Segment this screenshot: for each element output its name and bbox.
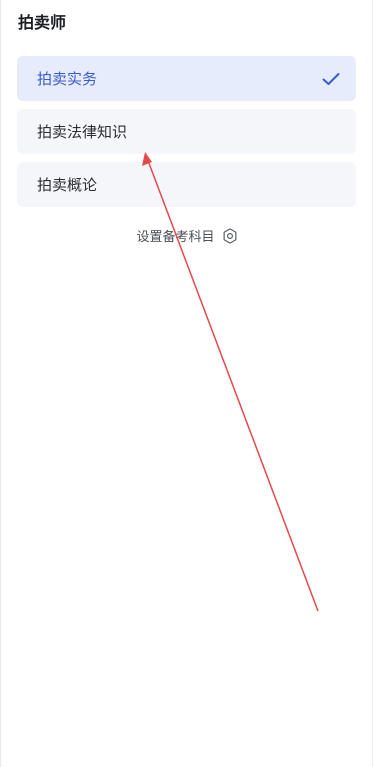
- page-title: 拍卖师: [18, 13, 67, 32]
- left-divider: [0, 0, 1, 767]
- subject-item-label: 拍卖实务: [37, 70, 98, 88]
- gear-icon: [223, 227, 236, 244]
- subject-item-label: 拍卖概论: [37, 176, 98, 194]
- check-icon: [322, 72, 340, 85]
- right-divider: [372, 0, 373, 767]
- subject-item-practice[interactable]: 拍卖实务: [17, 56, 356, 101]
- set-exam-subjects-button[interactable]: 设置备考科目: [0, 226, 375, 245]
- subject-item-law[interactable]: 拍卖法律知识: [17, 109, 356, 154]
- set-exam-subjects-label: 设置备考科目: [136, 230, 215, 245]
- subject-item-label: 拍卖法律知识: [37, 123, 128, 141]
- subject-item-overview[interactable]: 拍卖概论: [17, 162, 356, 207]
- subject-list: 拍卖实务 拍卖法律知识 拍卖概论: [17, 56, 356, 215]
